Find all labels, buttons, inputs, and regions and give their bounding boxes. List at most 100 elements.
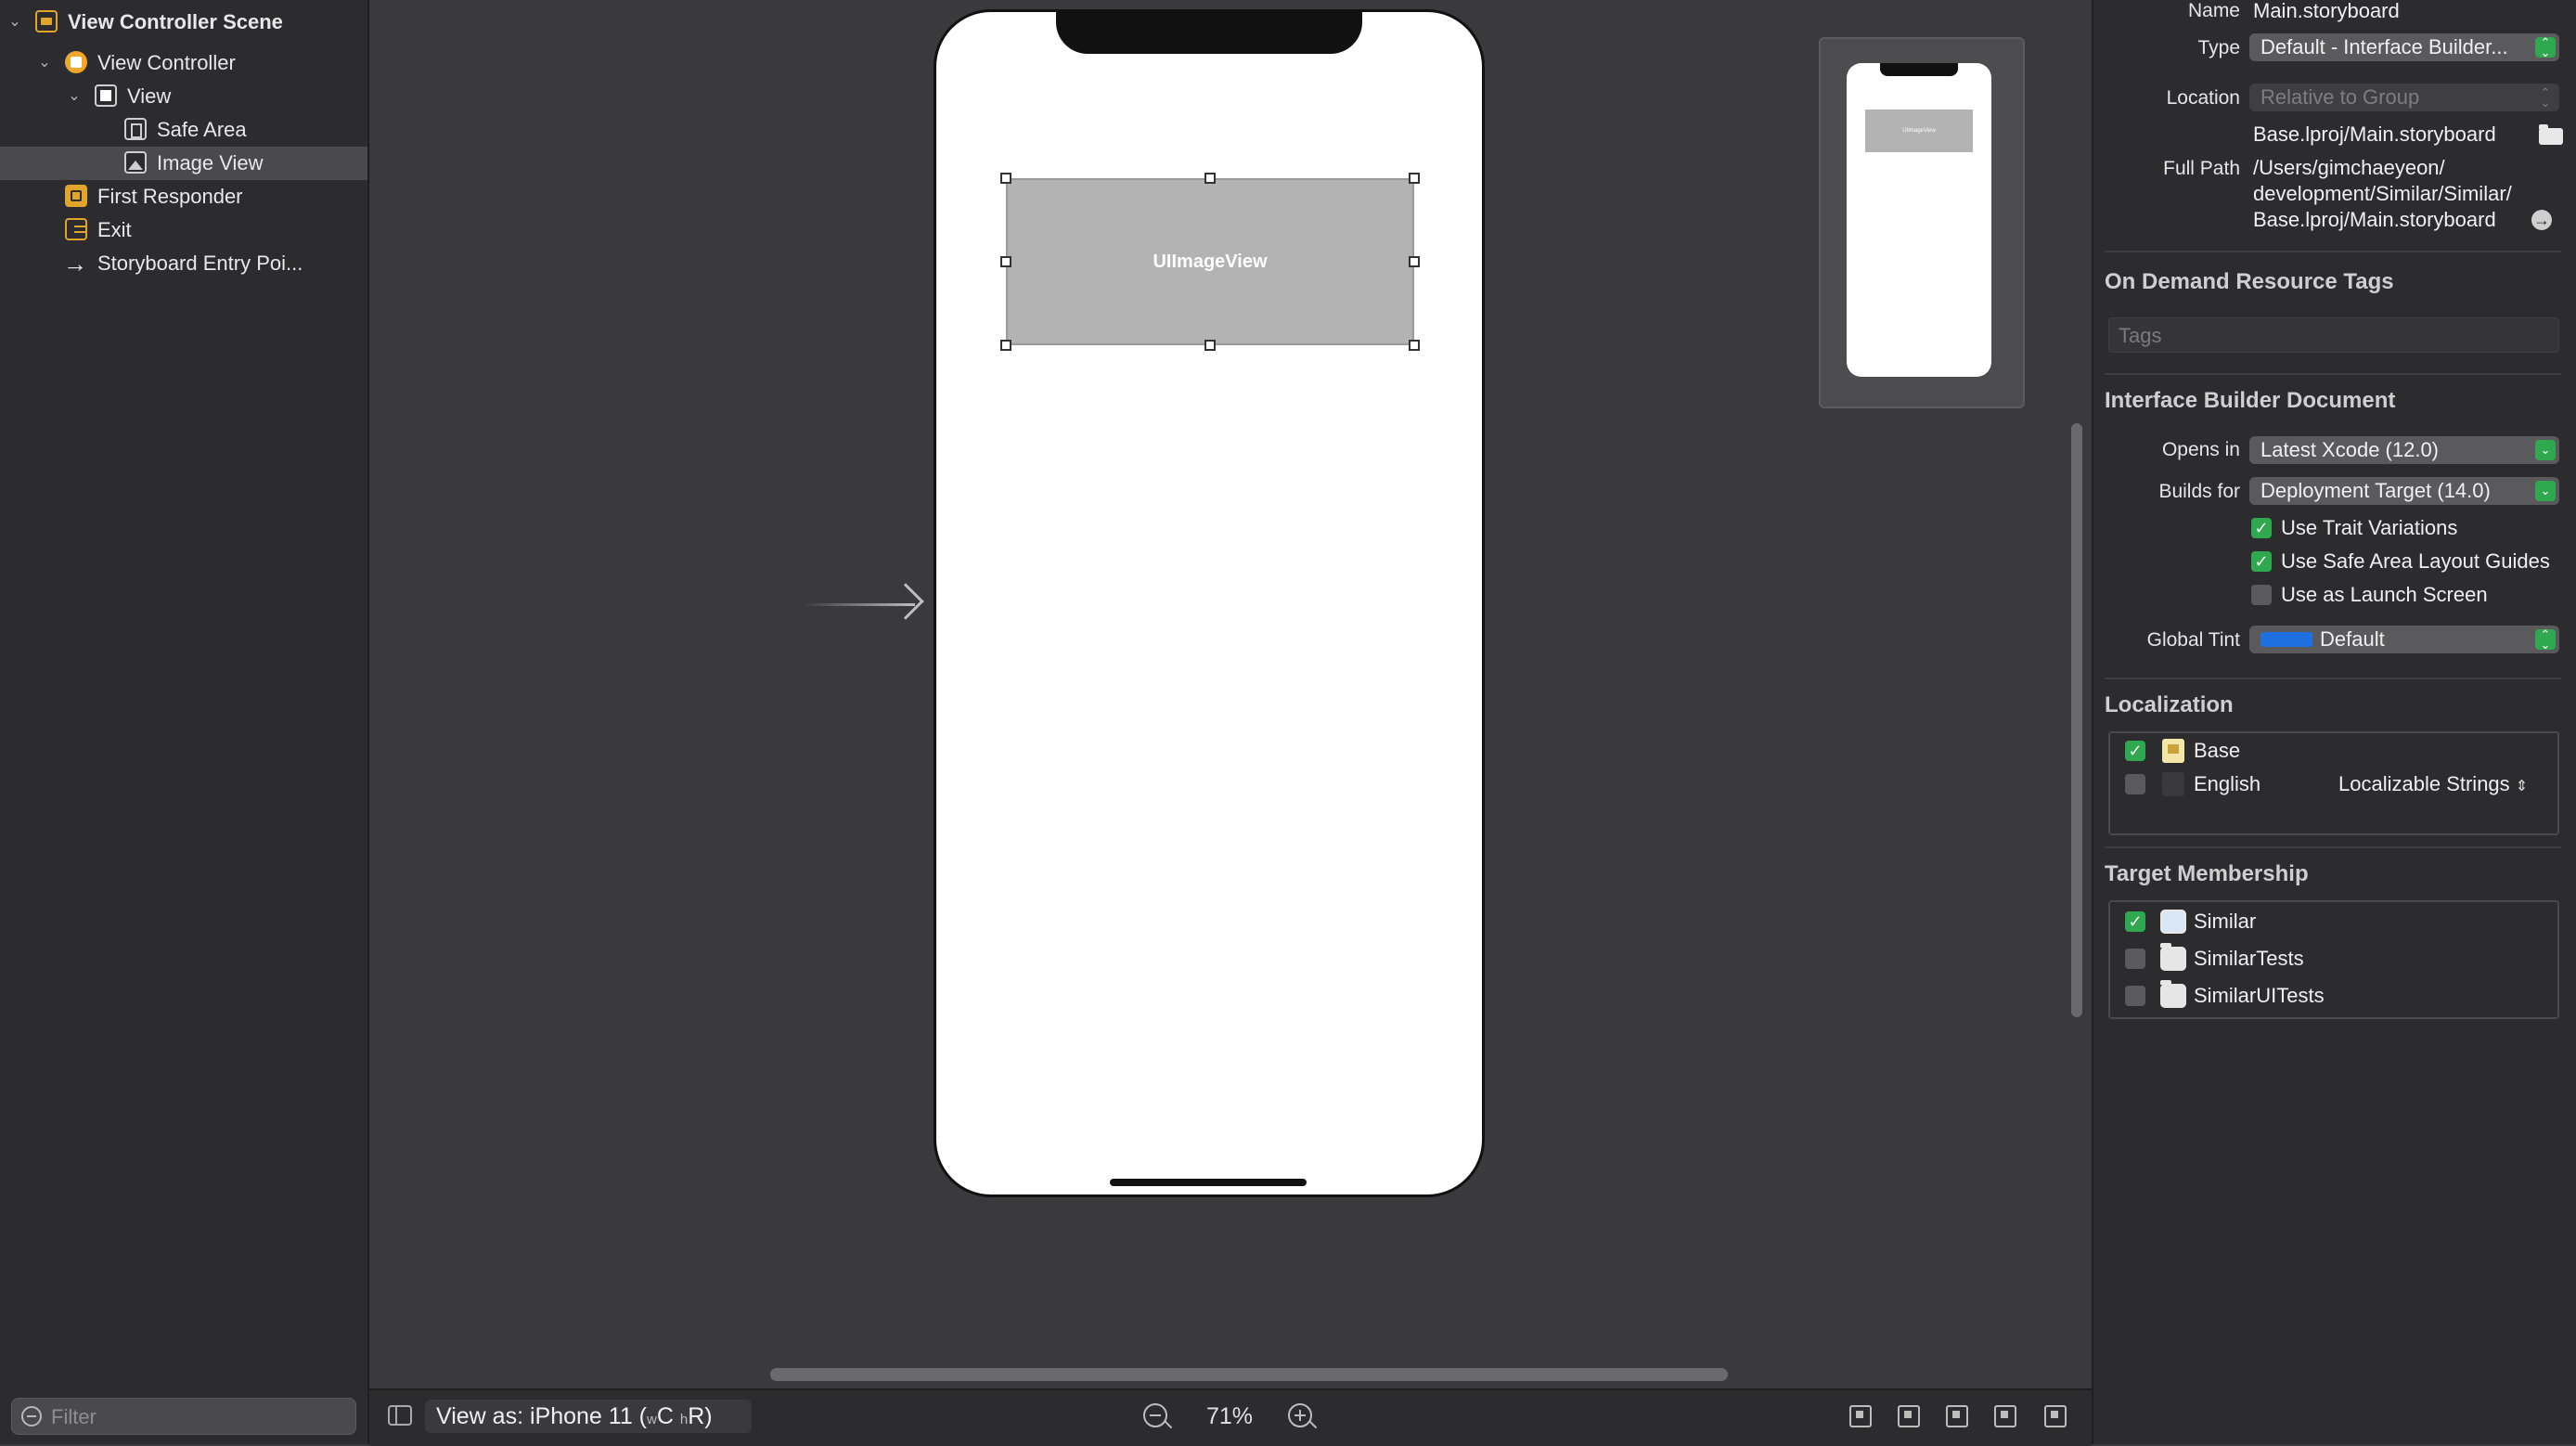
localization-english-option: Localizable Strings [2338,772,2510,795]
section-divider [2105,251,2561,252]
minimap-image-view-label: UIImageView [1902,128,1936,134]
full-path-label: Full Path [2163,158,2240,179]
test-bundle-icon [2160,943,2186,971]
global-tint-value: Default [2320,627,2385,651]
use-safe-area-checkbox[interactable]: ✓ [2251,551,2272,572]
image-view-label: UIImageView [1153,251,1268,272]
chevron-down-icon[interactable]: ⌄ [35,46,54,80]
safe-area-icon [124,118,147,140]
resize-handle-right[interactable] [1409,256,1420,267]
height-class-value: R) [688,1403,713,1429]
height-class-prefix: h [679,1412,689,1427]
section-divider [2105,373,2561,375]
use-as-launch-screen-checkbox[interactable] [2251,585,2272,605]
global-tint-label: Global Tint [2146,629,2240,651]
horizontal-scrollbar[interactable] [770,1368,1728,1381]
chevron-down-icon: ⌄ [2535,481,2556,501]
opens-in-popup[interactable]: Latest Xcode (12.0) ⌄ [2249,436,2559,464]
target-membership-title: Target Membership [2105,861,2309,886]
chevron-down-icon[interactable]: ⌄ [6,6,24,39]
target-similar-tests-checkbox[interactable] [2125,949,2145,969]
localization-base-checkbox[interactable]: ✓ [2125,741,2145,761]
view-as-label: View as: iPhone 11 ( [436,1403,647,1429]
view-icon [95,84,117,107]
embed-in-icon[interactable] [2041,1401,2067,1429]
on-demand-resource-tags-title: On Demand Resource Tags [2105,269,2394,294]
type-label: Type [2197,37,2240,58]
name-label: Name [2187,0,2240,21]
vertical-scrollbar[interactable] [2071,423,2082,1017]
up-down-chevron-icon: ⇕ [2515,779,2529,794]
use-trait-variations-label: Use Trait Variations [2281,516,2458,539]
filter-icon [21,1406,42,1427]
first-responder-icon [65,185,87,207]
resize-handle-top[interactable] [1204,173,1216,184]
tree-row-view-controller[interactable]: ⌄ View Controller [0,46,367,80]
view-as-device-button[interactable]: View as: iPhone 11 (wC hR) [425,1400,752,1433]
home-indicator [1110,1179,1307,1186]
align-icon[interactable] [1895,1401,1921,1429]
up-down-chevron-icon: ⌃ ⌄ [2535,36,2556,58]
tree-row-view-controller-scene[interactable]: ⌄ View Controller Scene [0,6,367,39]
width-class-prefix: w [647,1412,657,1427]
image-view-icon [124,151,147,174]
tree-label: Exit [97,218,132,241]
target-similar-label: Similar [2194,910,2257,933]
zoom-in-icon[interactable] [1288,1403,1318,1429]
resize-handle-top-right[interactable] [1409,173,1420,184]
folder-icon[interactable] [2539,124,2563,145]
localization-blank-icon [2162,772,2184,796]
resize-handle-left[interactable] [1000,256,1011,267]
localization-english-label: English [2194,772,2261,795]
target-similar-tests-label: SimilarTests [2194,947,2304,970]
resize-handle-bottom-left[interactable] [1000,340,1011,351]
builds-for-value: Deployment Target (14.0) [2260,479,2491,502]
use-safe-area-label: Use Safe Area Layout Guides [2281,549,2550,573]
section-divider [2105,678,2561,679]
tags-input[interactable] [2117,322,2547,350]
reveal-in-finder-arrow-icon[interactable]: → [2531,210,2552,230]
exit-icon [65,218,87,240]
resize-handle-bottom-right[interactable] [1409,340,1420,351]
file-name-value: Base.lproj/Main.storyboard [2253,123,2496,146]
up-down-chevron-icon: ⌃ ⌄ [2540,85,2551,110]
image-view-element[interactable]: UIImageView [1006,178,1414,345]
type-popup[interactable]: Default - Interface Builder... ⌃ ⌄ [2249,33,2559,61]
add-constraints-icon[interactable] [1943,1401,1969,1429]
localization-english-checkbox[interactable] [2125,774,2145,794]
global-tint-popup[interactable]: Default ⌃ ⌄ [2249,626,2559,653]
chevron-down-icon[interactable]: ⌄ [65,80,84,113]
tree-row-safe-area[interactable]: Safe Area [0,113,367,147]
sidebar-toggle-icon[interactable] [388,1405,412,1426]
zoom-out-icon[interactable] [1143,1403,1173,1429]
tree-row-first-responder[interactable]: First Responder [0,180,367,213]
name-value[interactable]: Main.storyboard [2253,0,2400,23]
up-down-chevron-icon: ⌃ ⌄ [2535,628,2556,651]
target-similar-uitests-checkbox[interactable] [2125,986,2145,1006]
filter-input[interactable] [49,1402,350,1432]
app-target-icon [2160,910,2186,934]
location-popup: Relative to Group ⌃ ⌄ [2249,84,2559,111]
tree-row-exit[interactable]: Exit [0,213,367,247]
resize-handle-top-left[interactable] [1000,173,1011,184]
tree-label: First Responder [97,185,243,208]
resolve-autolayout-icon[interactable] [1991,1401,2017,1429]
interface-builder-document-title: Interface Builder Document [2105,388,2396,413]
zoom-level[interactable]: 71% [1197,1400,1262,1433]
builds-for-popup[interactable]: Deployment Target (14.0) ⌄ [2249,477,2559,505]
update-frames-icon[interactable] [1847,1401,1873,1429]
filter-field[interactable] [11,1398,356,1435]
test-bundle-icon [2160,980,2186,1008]
scene-icon [35,10,58,32]
resize-handle-bottom[interactable] [1204,340,1216,351]
tree-row-image-view[interactable]: Image View [0,147,367,180]
device-notch [1056,9,1362,54]
tree-row-storyboard-entry-point[interactable]: → Storyboard Entry Poi... [0,247,367,280]
target-similar-checkbox[interactable]: ✓ [2125,911,2145,932]
localization-english-popup[interactable]: Localizable Strings ⇕ [2338,772,2528,796]
builds-for-label: Builds for [2158,481,2240,502]
tags-field[interactable] [2108,317,2559,353]
tree-label: Safe Area [157,118,247,141]
tree-row-view[interactable]: ⌄ View [0,80,367,113]
use-trait-variations-checkbox[interactable]: ✓ [2251,518,2272,538]
